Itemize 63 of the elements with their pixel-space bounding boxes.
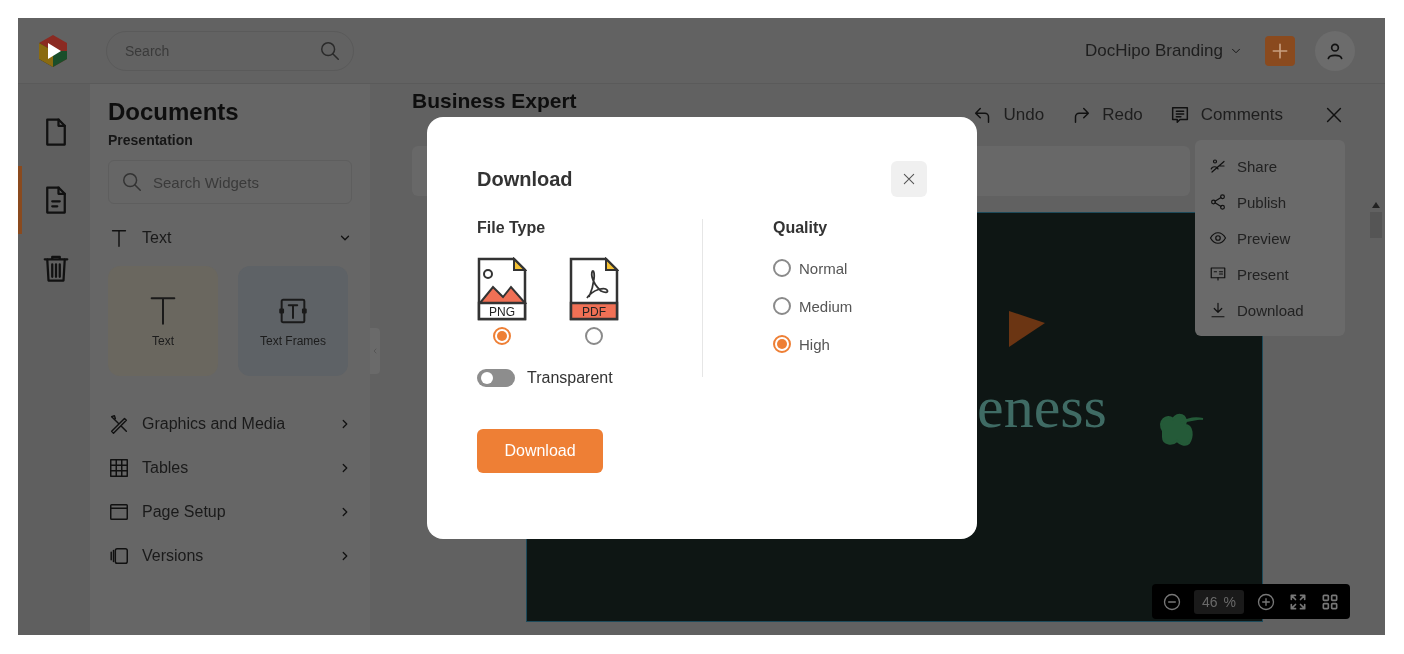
sidebar-subtitle: Presentation: [108, 132, 194, 148]
sidebar-section[interactable]: Graphics and Media: [108, 402, 352, 446]
close-button[interactable]: [891, 161, 927, 197]
sidebar-title: Documents: [108, 98, 240, 126]
user-button[interactable]: [1315, 30, 1355, 71]
menu-item[interactable]: Download: [1195, 292, 1345, 328]
share-icon: [1209, 193, 1227, 211]
app-logo: [36, 33, 70, 68]
file-type-text: PNG: [489, 305, 515, 319]
image-file-icon[interactable]: PNG: [477, 257, 527, 321]
sidebar-section[interactable]: Versions: [108, 534, 352, 578]
toggle-label: Transparent: [527, 369, 613, 387]
grid-icon: [108, 457, 130, 479]
radio-button[interactable]: [773, 259, 791, 277]
menu-item[interactable]: Preview: [1195, 220, 1345, 256]
zoom-in-icon: [1256, 591, 1276, 612]
search-icon: [121, 171, 143, 193]
users-icon: [1209, 157, 1227, 175]
sidebar-section[interactable]: Tables: [108, 446, 352, 490]
zoom-out-button[interactable]: [1161, 591, 1182, 612]
download-button[interactable]: Download: [477, 429, 603, 473]
slide-heading: eness: [977, 373, 1107, 442]
radio-button[interactable]: [773, 297, 791, 315]
radio-label: Medium: [799, 297, 853, 315]
widget-tile[interactable]: Text Frames: [238, 266, 348, 376]
menu-item[interactable]: Present: [1195, 256, 1345, 292]
presentation-icon: [1209, 265, 1227, 283]
toolbar-action[interactable]: Redo: [1070, 104, 1143, 126]
menu-item[interactable]: Share: [1195, 148, 1345, 184]
widget-tile[interactable]: Text: [108, 266, 218, 376]
search-icon: [319, 39, 341, 62]
toggle-switch[interactable]: [477, 369, 515, 387]
sidebar-section[interactable]: Page Setup: [108, 490, 352, 534]
zoom-out-icon: [1161, 591, 1182, 612]
document-title: Business Expert: [412, 89, 577, 113]
radio-label: Normal: [799, 259, 848, 277]
radio-button[interactable]: [585, 327, 603, 345]
toolbar-action[interactable]: Comments: [1168, 104, 1283, 126]
toolbar-action[interactable]: Undo: [971, 104, 1045, 126]
zoom-in-button[interactable]: [1256, 591, 1276, 612]
menu-item[interactable]: Publish: [1195, 184, 1345, 220]
file-type-label: File Type: [477, 219, 547, 237]
versions-icon: [108, 545, 130, 567]
window-icon: [108, 501, 130, 523]
scroll-up-icon[interactable]: [1372, 202, 1380, 208]
sidebar-section[interactable]: Text: [108, 216, 352, 260]
eye-icon: [1209, 229, 1227, 247]
dialog-title: Download: [477, 167, 573, 191]
zoom-field[interactable]: 46 %: [1193, 589, 1244, 614]
quality-label: Quality: [773, 219, 829, 237]
fullscreen-button[interactable]: [1288, 591, 1308, 612]
expand-icon: [1288, 591, 1308, 612]
download-icon: [1209, 301, 1227, 319]
workspace-dropdown[interactable]: DocHipo Branding: [1085, 40, 1243, 61]
add-button[interactable]: [1265, 35, 1295, 66]
radio-button[interactable]: [493, 327, 511, 345]
pencil-ruler-icon: [108, 413, 130, 435]
pdf-file-icon[interactable]: PDF: [569, 257, 619, 321]
file-type-text: PDF: [582, 305, 606, 319]
close-icon: [901, 171, 917, 187]
radio-button[interactable]: [773, 335, 791, 353]
triangle-shape: [1007, 309, 1047, 349]
radio-label: High: [799, 335, 830, 353]
